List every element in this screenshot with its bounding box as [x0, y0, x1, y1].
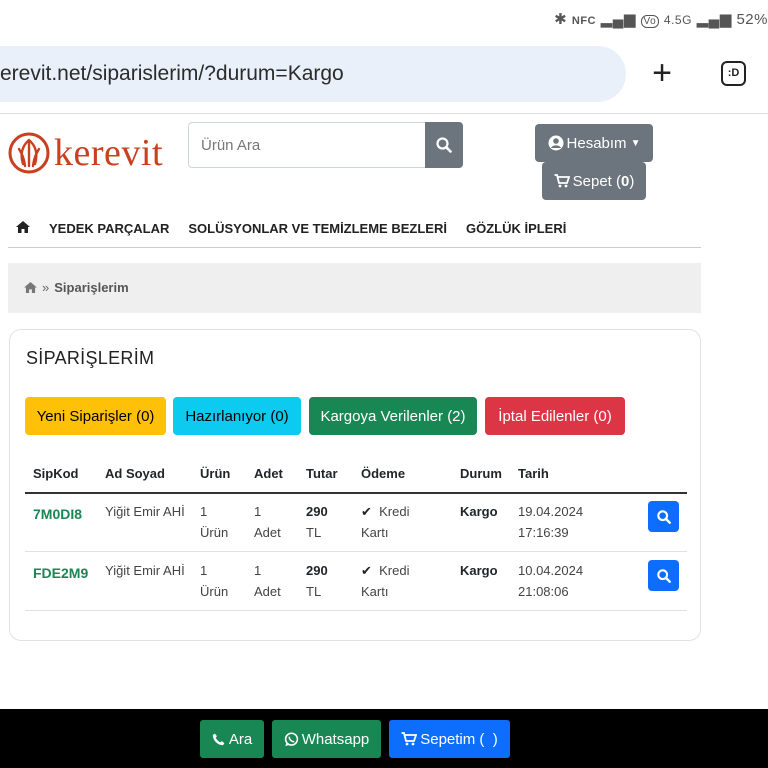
filter-preparing-button[interactable]: Hazırlanıyor (0) — [173, 397, 301, 435]
network-type-icon: 4.5G — [663, 13, 692, 27]
cart-count: 0 — [621, 172, 630, 190]
account-dropdown-button[interactable]: Hesabım ▼ — [535, 124, 653, 162]
quantity: 1 Adet — [254, 563, 281, 599]
breadcrumb-current[interactable]: Siparişlerim — [54, 280, 128, 295]
order-code-link[interactable]: 7M0DI8 — [33, 506, 82, 522]
status-bar: ✱ NFC ▂▄▆ Vo 4.5G ▂▄▆ 52% — [0, 0, 768, 44]
site-logo[interactable]: kerevit — [8, 130, 163, 176]
bottom-action-bar: Ara Whatsapp Sepetim ( ) — [0, 709, 768, 768]
filter-new-orders-button[interactable]: Yeni Siparişler (0) — [25, 397, 166, 435]
cart-icon — [401, 732, 418, 746]
call-button[interactable]: Ara — [200, 720, 264, 758]
url-text[interactable]: erevit.net/siparislerim/?durum=Kargo — [0, 62, 344, 86]
my-cart-button[interactable]: Sepetim ( ) — [389, 720, 510, 758]
divider — [0, 113, 768, 114]
order-status: Kargo — [460, 563, 498, 578]
customer-name: Yiğit Emir AHİ — [105, 563, 185, 578]
search-input[interactable] — [189, 123, 427, 167]
quantity: 1 Adet — [254, 504, 281, 540]
total-amount: 290 TL — [306, 563, 328, 599]
status-icons: ✱ NFC ▂▄▆ Vo 4.5G ▂▄▆ 52% — [554, 10, 768, 28]
search-icon — [436, 137, 452, 153]
new-tab-plus-icon[interactable]: + — [648, 56, 676, 90]
column-header-sipkod: SipKod — [33, 466, 79, 481]
order-date: 19.04.2024 17:16:39 — [518, 504, 584, 540]
nav-item-yedek-parcalar[interactable]: YEDEK PARÇALAR — [49, 221, 169, 236]
cart-icon — [554, 174, 570, 188]
orders-card: SİPARİŞLERİM Yeni Siparişler (0) Hazırla… — [9, 329, 701, 641]
tab-switcher-button[interactable]: :D — [721, 61, 746, 86]
row-divider — [25, 551, 687, 552]
payment-method: ✔ Kredi Kartı — [361, 563, 410, 599]
order-status: Kargo — [460, 504, 498, 519]
search-button[interactable] — [425, 122, 463, 168]
call-label: Ara — [228, 730, 253, 748]
whatsapp-label: Whatsapp — [301, 730, 370, 748]
row-divider — [25, 610, 687, 611]
whatsapp-button[interactable]: Whatsapp — [272, 720, 381, 758]
caret-down-icon: ▼ — [630, 137, 641, 149]
search-box — [188, 122, 463, 168]
order-code-link[interactable]: FDE2M9 — [33, 565, 88, 581]
product-count: 1 Ürün — [200, 504, 229, 540]
filter-shipped-button[interactable]: Kargoya Verilenler (2) — [309, 397, 477, 435]
divider — [8, 247, 701, 248]
view-order-button[interactable] — [648, 560, 679, 591]
signal-icon-2: ▂▄▆ — [696, 11, 732, 28]
logo-text: kerevit — [54, 132, 164, 174]
signal-icon: ▂▄▆ — [600, 11, 636, 28]
check-icon: ✔ — [361, 563, 372, 578]
nav-item-gozluk-ipleri[interactable]: GÖZLÜK İPLERİ — [466, 221, 566, 236]
product-count: 1 Ürün — [200, 563, 229, 599]
payment-method: ✔ Kredi Kartı — [361, 504, 410, 540]
column-header-tutar: Tutar — [306, 466, 338, 481]
breadcrumb-separator: » — [42, 280, 50, 295]
home-icon[interactable] — [16, 220, 30, 236]
column-header-ad-soyad: Ad Soyad — [105, 466, 165, 481]
breadcrumb: » Siparişlerim — [8, 263, 701, 313]
cart-label: Sepet — [572, 172, 612, 190]
column-header-urun: Ürün — [200, 466, 231, 481]
shrimp-logo-icon — [8, 132, 50, 174]
table-header-divider — [25, 492, 687, 494]
filter-cancelled-button[interactable]: İptal Edilenler (0) — [485, 397, 625, 435]
phone-icon — [212, 733, 225, 745]
check-icon: ✔ — [361, 504, 372, 519]
column-header-tarih: Tarih — [518, 466, 549, 481]
total-amount: 290 TL — [306, 504, 328, 540]
main-nav: YEDEK PARÇALAR SOLÜSYONLAR VE TEMİZLEME … — [16, 216, 585, 240]
search-icon — [656, 568, 671, 583]
search-icon — [656, 509, 671, 524]
cart-button[interactable]: Sepet (0) — [542, 162, 646, 200]
column-header-odeme: Ödeme — [361, 466, 406, 481]
page-title: SİPARİŞLERİM — [26, 348, 155, 368]
column-header-adet: Adet — [254, 466, 283, 481]
order-date: 10.04.2024 21:08:06 — [518, 563, 584, 599]
volte-icon: Vo — [640, 15, 660, 28]
customer-name: Yiğit Emir AHİ — [105, 504, 185, 519]
nav-item-solusyonlar[interactable]: SOLÜSYONLAR VE TEMİZLEME BEZLERİ — [188, 221, 447, 236]
address-bar[interactable]: erevit.net/siparislerim/?durum=Kargo — [0, 46, 626, 102]
column-header-durum: Durum — [460, 466, 502, 481]
whatsapp-icon — [284, 731, 298, 746]
my-cart-label: Sepetim ( ) — [420, 730, 498, 748]
home-icon[interactable] — [24, 282, 37, 293]
view-order-button[interactable] — [648, 501, 679, 532]
account-label: Hesabım — [566, 134, 627, 152]
battery-level: 52% — [736, 11, 768, 28]
user-circle-icon — [548, 135, 564, 151]
nfc-icon: NFC — [571, 15, 596, 27]
bluetooth-icon: ✱ — [554, 11, 568, 28]
